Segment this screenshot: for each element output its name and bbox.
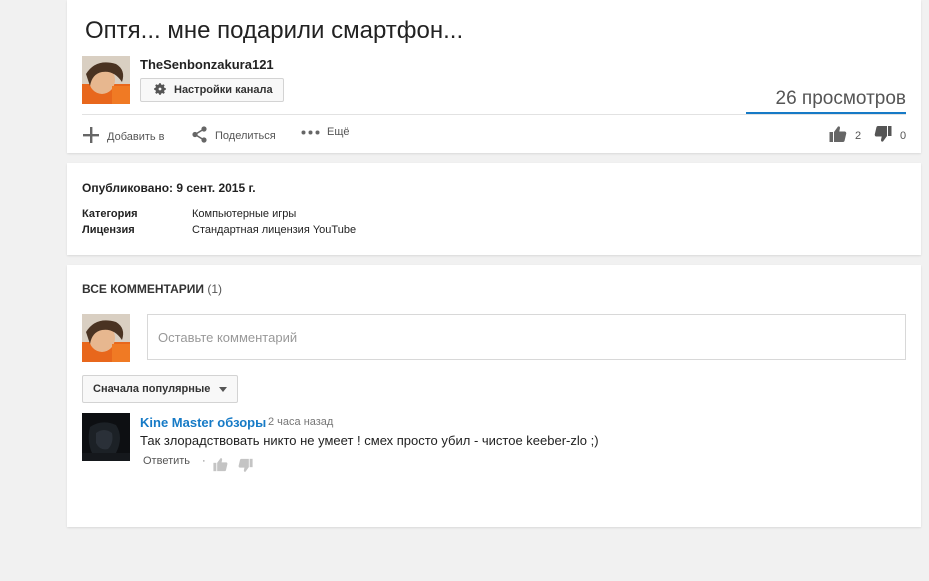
chevron-down-icon: [219, 386, 228, 392]
comment-dislike-button[interactable]: [238, 458, 253, 478]
comment-like-button[interactable]: [213, 457, 228, 477]
sort-comments-dropdown[interactable]: Сначала популярные: [82, 375, 239, 403]
publish-date: Опубликовано: 9 сент. 2015 г.: [82, 181, 256, 195]
meta-row-category: Категория Компьютерные игры: [82, 208, 296, 220]
like-count: 2: [855, 129, 862, 142]
share-icon: [191, 126, 208, 146]
more-dots-icon: [301, 126, 320, 138]
plus-icon: [82, 126, 100, 147]
share-label: Поделиться: [215, 130, 276, 142]
comment-author[interactable]: Kine Master обзоры: [140, 415, 266, 430]
dislike-count: 0: [900, 129, 907, 142]
thumbs-up-icon: [829, 125, 847, 146]
like-button[interactable]: 2: [829, 125, 861, 146]
comment-input[interactable]: [147, 314, 906, 360]
channel-name[interactable]: TheSenbonzakura121: [140, 57, 274, 72]
comments-header: ВСЕ КОММЕНТАРИИ (1): [82, 282, 222, 296]
comments-card: ВСЕ КОММЕНТАРИИ (1) Сначала популярные K…: [67, 265, 921, 527]
comments-title: ВСЕ КОММЕНТАРИИ: [82, 282, 205, 296]
add-to-button[interactable]: Добавить в: [82, 126, 165, 147]
meta-key: Лицензия: [82, 224, 135, 236]
comment-author-avatar[interactable]: [82, 413, 130, 461]
header-divider: [82, 114, 906, 115]
meta-value: Стандартная лицензия YouTube: [192, 224, 357, 236]
more-label: Ещё: [327, 126, 350, 138]
reply-button[interactable]: Ответить: [143, 455, 190, 467]
current-user-avatar: [82, 314, 130, 362]
channel-settings-button[interactable]: Настройки канала: [140, 78, 284, 102]
share-button[interactable]: Поделиться: [191, 126, 276, 146]
video-description-card: Опубликовано: 9 сент. 2015 г. Категория К…: [67, 163, 921, 255]
channel-avatar[interactable]: [82, 56, 130, 104]
comment-text: Так злорадствовать никто не умеет ! смех…: [140, 433, 599, 448]
meta-key: Категория: [82, 208, 138, 220]
video-title: Оптя... мне подарили смартфон...: [85, 17, 464, 44]
comment-separator: ·: [202, 455, 206, 467]
thumbs-up-icon: [213, 458, 228, 476]
video-info-card: Оптя... мне подарили смартфон... TheSenb…: [67, 0, 921, 153]
thumbs-down-icon: [874, 125, 892, 146]
comment-time[interactable]: 2 часа назад: [268, 416, 333, 428]
meta-value: Компьютерные игры: [192, 208, 297, 220]
channel-settings-label: Настройки канала: [174, 84, 273, 96]
meta-row-license: Лицензия Стандартная лицензия YouTube: [82, 224, 356, 236]
view-count-underline: [746, 112, 906, 114]
thumbs-down-icon: [238, 458, 253, 477]
view-count: 26 просмотров: [775, 88, 906, 109]
dislike-button[interactable]: 0: [874, 125, 906, 146]
add-to-label: Добавить в: [107, 130, 165, 143]
more-button[interactable]: Ещё: [301, 126, 350, 138]
gear-icon: [153, 82, 167, 99]
sort-label: Сначала популярные: [93, 383, 211, 395]
comments-count: (1): [207, 282, 223, 296]
